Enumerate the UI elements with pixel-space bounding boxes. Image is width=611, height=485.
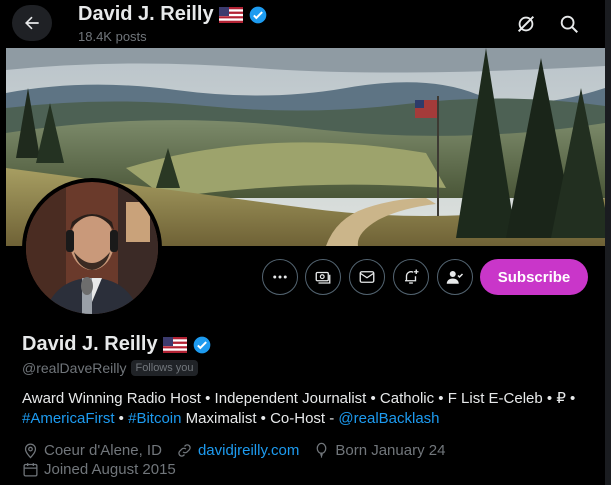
bio-line-1: Award Winning Radio Host • Independent J… <box>22 390 576 407</box>
subscribe-button[interactable]: Subscribe <box>480 259 588 295</box>
joined-text: Joined August 2015 <box>44 461 176 478</box>
message-button[interactable] <box>349 259 385 295</box>
grok-button[interactable] <box>512 10 540 38</box>
more-icon <box>273 275 287 279</box>
website-link[interactable]: davidjreilly.com <box>198 442 299 459</box>
hashtag-americafirst[interactable]: #AmericaFirst <box>22 410 115 427</box>
calendar-icon <box>23 463 38 477</box>
grok-icon <box>517 15 535 33</box>
handle-row: @realDaveReilly Follows you <box>22 360 198 376</box>
website-item: davidjreilly.com <box>176 442 299 459</box>
profile-handle: @realDaveReilly <box>22 360 127 376</box>
follows-you-badge: Follows you <box>131 360 198 376</box>
birthday-item: Born January 24 <box>313 442 445 459</box>
header-name: David J. Reilly <box>78 3 214 25</box>
top-bar: David J. Reilly 18.4K posts <box>0 0 605 48</box>
person-check-icon <box>446 271 464 284</box>
bell-plus-icon <box>405 269 419 284</box>
money-icon <box>315 271 331 284</box>
location-item: Coeur d'Alene, ID <box>22 442 162 459</box>
profile-meta-row: Coeur d'Alene, ID davidjreilly.com Born … <box>22 442 459 459</box>
verified-badge-icon <box>249 6 266 23</box>
bio-middle-text: Maximalist • Co-Host - <box>181 410 339 427</box>
location-pin-icon <box>24 443 37 459</box>
scrollbar-track[interactable] <box>605 0 611 485</box>
verified-badge-icon[interactable] <box>192 335 212 355</box>
joined-row: Joined August 2015 <box>22 461 190 478</box>
balloon-icon <box>316 442 327 458</box>
mention-realbacklash[interactable]: @realBacklash <box>338 410 439 427</box>
link-icon <box>178 444 191 457</box>
profile-bio: Award Winning Radio Host • Independent J… <box>22 389 597 429</box>
profile-display-name: David J. Reilly <box>22 333 158 355</box>
us-flag-icon <box>218 6 243 23</box>
joined-item: Joined August 2015 <box>22 461 176 478</box>
envelope-icon <box>359 271 375 283</box>
following-button[interactable] <box>437 259 473 295</box>
notifications-button[interactable] <box>393 259 429 295</box>
hashtag-bitcoin[interactable]: #Bitcoin <box>128 410 181 427</box>
search-button[interactable] <box>555 10 583 38</box>
bio-separator: • <box>114 410 129 427</box>
profile-name: David J. Reilly <box>22 333 212 356</box>
profile-avatar[interactable] <box>22 178 162 318</box>
avatar-image <box>26 182 158 314</box>
bio-line-2: #AmericaFirst • #Bitcoin Maximalist • Co… <box>22 409 597 429</box>
profile-page: David J. Reilly 18.4K posts Subscribe Da… <box>0 0 605 485</box>
location-text: Coeur d'Alene, ID <box>44 442 162 459</box>
search-icon <box>560 15 578 33</box>
header-title: David J. Reilly <box>78 3 268 26</box>
birthday-text: Born January 24 <box>335 442 446 459</box>
tip-button[interactable] <box>305 259 341 295</box>
posts-count: 18.4K posts <box>78 29 147 44</box>
us-flag-icon <box>162 336 187 353</box>
more-button[interactable] <box>262 259 298 295</box>
back-button[interactable] <box>12 5 52 41</box>
arrow-left-icon <box>25 16 39 30</box>
